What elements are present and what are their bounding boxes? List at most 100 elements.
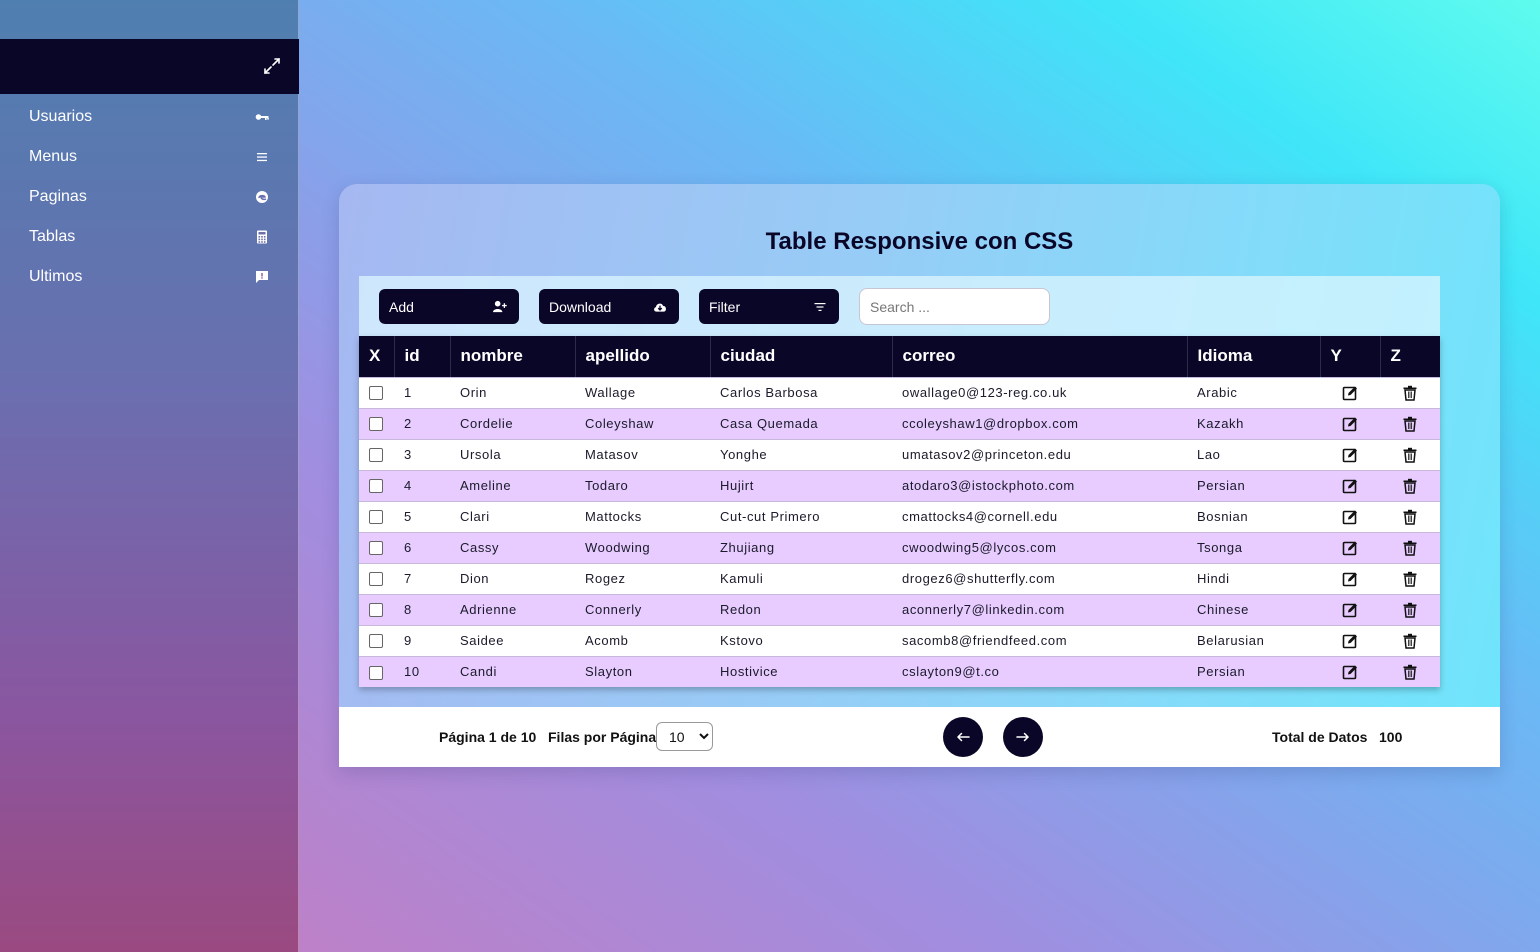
data-table: X id nombre apellido ciudad correo Idiom…	[359, 336, 1440, 687]
trash-icon[interactable]	[1402, 385, 1418, 401]
rows-per-page-label: Filas por Página	[548, 729, 657, 745]
search-input[interactable]	[859, 288, 1050, 325]
filter-button[interactable]: Filter	[699, 289, 839, 324]
cell-ciudad: Kstovo	[720, 633, 764, 648]
edit-icon[interactable]	[1342, 633, 1358, 649]
add-button[interactable]: Add	[379, 289, 519, 324]
trash-icon[interactable]	[1402, 633, 1418, 649]
cell-correo: cwoodwing5@lycos.com	[902, 540, 1057, 555]
cell-idioma: Tsonga	[1197, 540, 1243, 555]
delete-cell	[1380, 501, 1440, 532]
row-checkbox[interactable]	[369, 448, 383, 463]
column-header-apellido[interactable]: apellido	[575, 336, 711, 377]
add-button-label: Add	[389, 298, 414, 315]
column-header-id[interactable]: id	[394, 336, 451, 377]
page-info: Página 1 de 10	[439, 729, 537, 745]
row-checkbox[interactable]	[369, 572, 383, 587]
edit-icon[interactable]	[1342, 416, 1358, 432]
prev-page-button[interactable]	[943, 717, 983, 757]
toolbar: Add Download Filter	[359, 276, 1440, 336]
page-title: Table Responsive con CSS	[765, 228, 1074, 255]
cell-nombre: Ursola	[460, 447, 502, 462]
trash-icon[interactable]	[1402, 664, 1418, 680]
row-checkbox[interactable]	[369, 479, 383, 494]
row-checkbox[interactable]	[369, 386, 383, 401]
sidebar-item-tablas[interactable]: Tablas	[0, 217, 299, 257]
sidebar-item-menus[interactable]: Menus	[0, 137, 299, 177]
trash-icon[interactable]	[1402, 478, 1418, 494]
column-header-idioma[interactable]: Idioma	[1187, 336, 1321, 377]
delete-cell	[1380, 594, 1440, 625]
next-page-button[interactable]	[1003, 717, 1043, 757]
column-header-x[interactable]: X	[359, 336, 395, 377]
table-row: 2 Cordelie Coleyshaw Casa Quemada ccoleyshaw…	[359, 408, 1440, 439]
edit-cell	[1320, 625, 1380, 656]
column-header-correo[interactable]: correo	[892, 336, 1188, 377]
edit-icon[interactable]	[1342, 571, 1358, 587]
sidebar-item-usuarios[interactable]: Usuarios	[0, 97, 299, 137]
cell-correo: drogez6@shutterfly.com	[902, 571, 1056, 586]
cell-correo: ccoleyshaw1@dropbox.com	[902, 416, 1079, 431]
cell-ciudad: Hujirt	[720, 478, 754, 493]
table-row: 1 Orin Wallage Carlos Barbosa owallage0@123-…	[359, 377, 1440, 408]
row-select-cell	[359, 563, 394, 594]
cell-ciudad: Casa Quemada	[720, 416, 819, 431]
cell-nombre: Cassy	[460, 540, 500, 555]
row-checkbox[interactable]	[369, 634, 383, 649]
cell-ciudad: Hostivice	[720, 664, 779, 680]
sidebar-item-label: Ultimos	[29, 268, 83, 285]
cell-ciudad: Carlos Barbosa	[720, 385, 818, 400]
cell-idioma: Kazakh	[1197, 416, 1244, 431]
edit-cell	[1320, 656, 1380, 687]
edit-icon[interactable]	[1342, 509, 1358, 525]
table-row: 3 Ursola Matasov Yonghe umatasov2@princeton.…	[359, 439, 1440, 470]
cell-nombre: Orin	[460, 385, 487, 400]
edit-cell	[1320, 408, 1380, 439]
cell-idioma: Lao	[1197, 447, 1221, 462]
cell-nombre: Adrienne	[460, 602, 517, 617]
cell-id: 2	[404, 416, 412, 431]
edit-cell	[1320, 439, 1380, 470]
edit-icon[interactable]	[1342, 602, 1358, 618]
row-checkbox[interactable]	[369, 417, 383, 432]
filter-button-label: Filter	[709, 298, 741, 315]
expand-icon[interactable]	[263, 57, 281, 75]
download-button[interactable]: Download	[539, 289, 679, 324]
row-checkbox[interactable]	[369, 510, 383, 525]
trash-icon[interactable]	[1402, 416, 1418, 432]
column-header-ciudad[interactable]: ciudad	[710, 336, 893, 377]
column-header-y[interactable]: Y	[1320, 336, 1381, 377]
row-select-cell	[359, 408, 394, 439]
trash-icon[interactable]	[1402, 602, 1418, 618]
sidebar-item-paginas[interactable]: Paginas	[0, 177, 299, 217]
trash-icon[interactable]	[1402, 540, 1418, 556]
cell-idioma: Persian	[1197, 478, 1246, 493]
trash-icon[interactable]	[1402, 571, 1418, 587]
row-select-cell	[359, 501, 394, 532]
trash-icon[interactable]	[1402, 447, 1418, 463]
delete-cell	[1380, 532, 1440, 563]
row-checkbox[interactable]	[369, 665, 383, 680]
edit-icon[interactable]	[1342, 664, 1358, 680]
sidebar-menu: Usuarios Menus Paginas Tablas Ultimos	[0, 97, 299, 297]
row-checkbox[interactable]	[369, 603, 383, 618]
edit-icon[interactable]	[1342, 385, 1358, 401]
trash-icon[interactable]	[1402, 509, 1418, 525]
column-header-z[interactable]: Z	[1380, 336, 1440, 377]
edit-icon[interactable]	[1342, 540, 1358, 556]
delete-cell	[1380, 563, 1440, 594]
pagination-footer: Página 1 de 10 Filas por Página 10 Total…	[339, 707, 1500, 767]
delete-cell	[1380, 439, 1440, 470]
filter-icon	[813, 300, 827, 314]
table-row: 5 Clari Mattocks Cut-cut Primero cmattocks4@…	[359, 501, 1440, 532]
sidebar-item-ultimos[interactable]: Ultimos	[0, 257, 299, 297]
comment-alert-icon	[255, 270, 269, 284]
edit-icon[interactable]	[1342, 447, 1358, 463]
sidebar-item-label: Usuarios	[29, 108, 93, 125]
rows-per-page-select[interactable]: 10	[656, 722, 713, 751]
edit-icon[interactable]	[1342, 478, 1358, 494]
row-checkbox[interactable]	[369, 541, 383, 556]
cell-ciudad: Yonghe	[720, 447, 768, 462]
column-header-nombre[interactable]: nombre	[450, 336, 576, 377]
cell-apellido: Todaro	[585, 478, 629, 493]
